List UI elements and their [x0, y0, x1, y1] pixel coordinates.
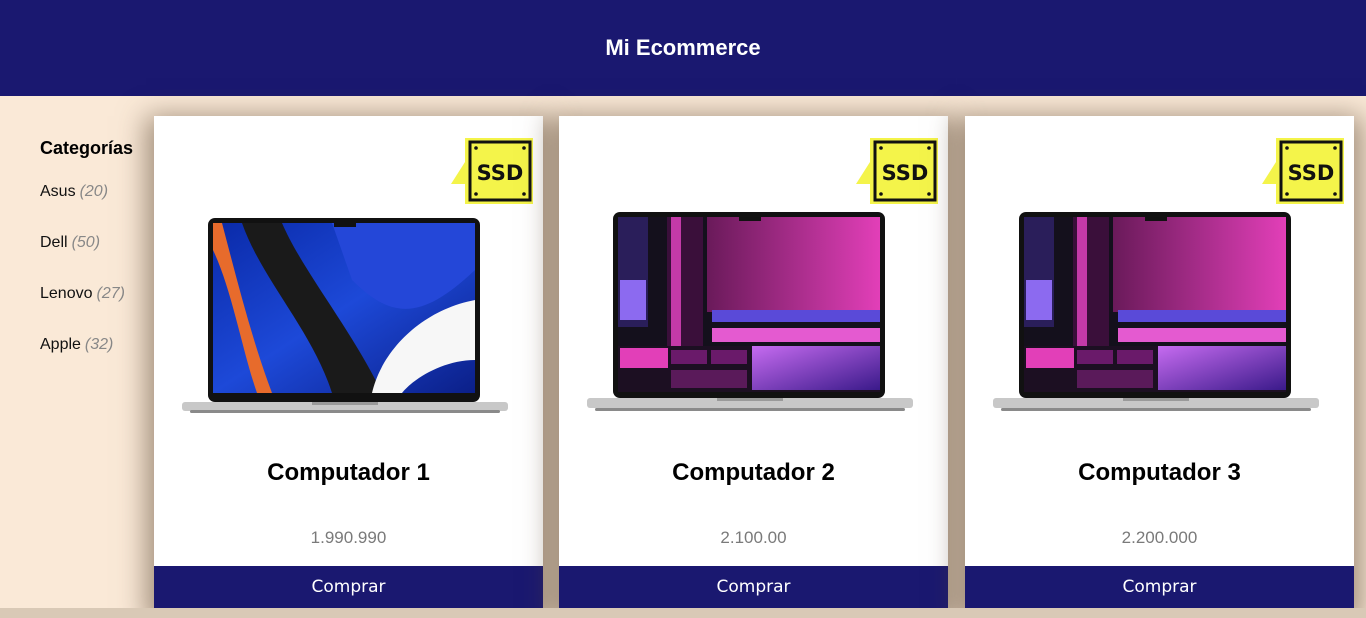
category-item-apple[interactable]: Apple (32) — [40, 336, 150, 387]
category-sidebar: Categorías Asus (20) Dell (50) Lenovo (27) … — [40, 138, 150, 387]
product-price: 1.990.990 — [310, 528, 387, 547]
product-card: SSD — [559, 116, 948, 608]
product-card: SSD — [965, 116, 1354, 608]
category-list: Asus (20) Dell (50) Lenovo (27) Apple (32) — [40, 183, 150, 387]
laptop-icon — [182, 218, 508, 413]
ssd-badge-text: SSD — [477, 161, 524, 185]
buy-button[interactable]: Comprar — [965, 566, 1354, 608]
product-image[interactable]: SSD — [965, 116, 1354, 446]
category-item-lenovo[interactable]: Lenovo (27) — [40, 285, 150, 336]
product-image[interactable]: SSD — [559, 116, 948, 446]
site-header: Mi Ecommerce — [0, 0, 1366, 96]
product-price: 2.100.00 — [720, 528, 787, 547]
category-count: (32) — [84, 336, 114, 353]
product-card: SSD Computador 1 1.990.990 Comprar — [154, 116, 543, 608]
category-count: (20) — [79, 183, 109, 200]
laptop-icon — [993, 212, 1319, 411]
buy-button[interactable]: Comprar — [154, 566, 543, 608]
category-label: Lenovo — [40, 285, 93, 302]
product-title: Computador 1 — [267, 459, 430, 486]
sidebar-heading: Categorías — [40, 138, 134, 158]
product-image[interactable]: SSD — [154, 116, 543, 446]
ssd-badge-icon: SSD — [1262, 138, 1344, 204]
laptop-icon — [587, 212, 913, 411]
category-label: Dell — [40, 234, 68, 251]
ssd-badge-text: SSD — [882, 161, 929, 185]
category-count: (27) — [96, 285, 125, 302]
product-title: Computador 2 — [672, 459, 835, 486]
category-item-asus[interactable]: Asus (20) — [40, 183, 150, 234]
category-item-dell[interactable]: Dell (50) — [40, 234, 150, 285]
buy-button[interactable]: Comprar — [559, 566, 948, 608]
category-label: Asus — [40, 183, 76, 200]
category-count: (50) — [71, 234, 101, 251]
ssd-badge-icon: SSD — [856, 138, 938, 204]
page-bottom-edge — [0, 608, 1366, 618]
ssd-badge-text: SSD — [1288, 161, 1335, 185]
category-label: Apple — [40, 336, 81, 353]
product-title: Computador 3 — [1078, 459, 1241, 486]
product-price: 2.200.000 — [1121, 528, 1198, 547]
site-title: Mi Ecommerce — [605, 35, 761, 60]
ssd-badge-icon: SSD — [451, 138, 533, 204]
